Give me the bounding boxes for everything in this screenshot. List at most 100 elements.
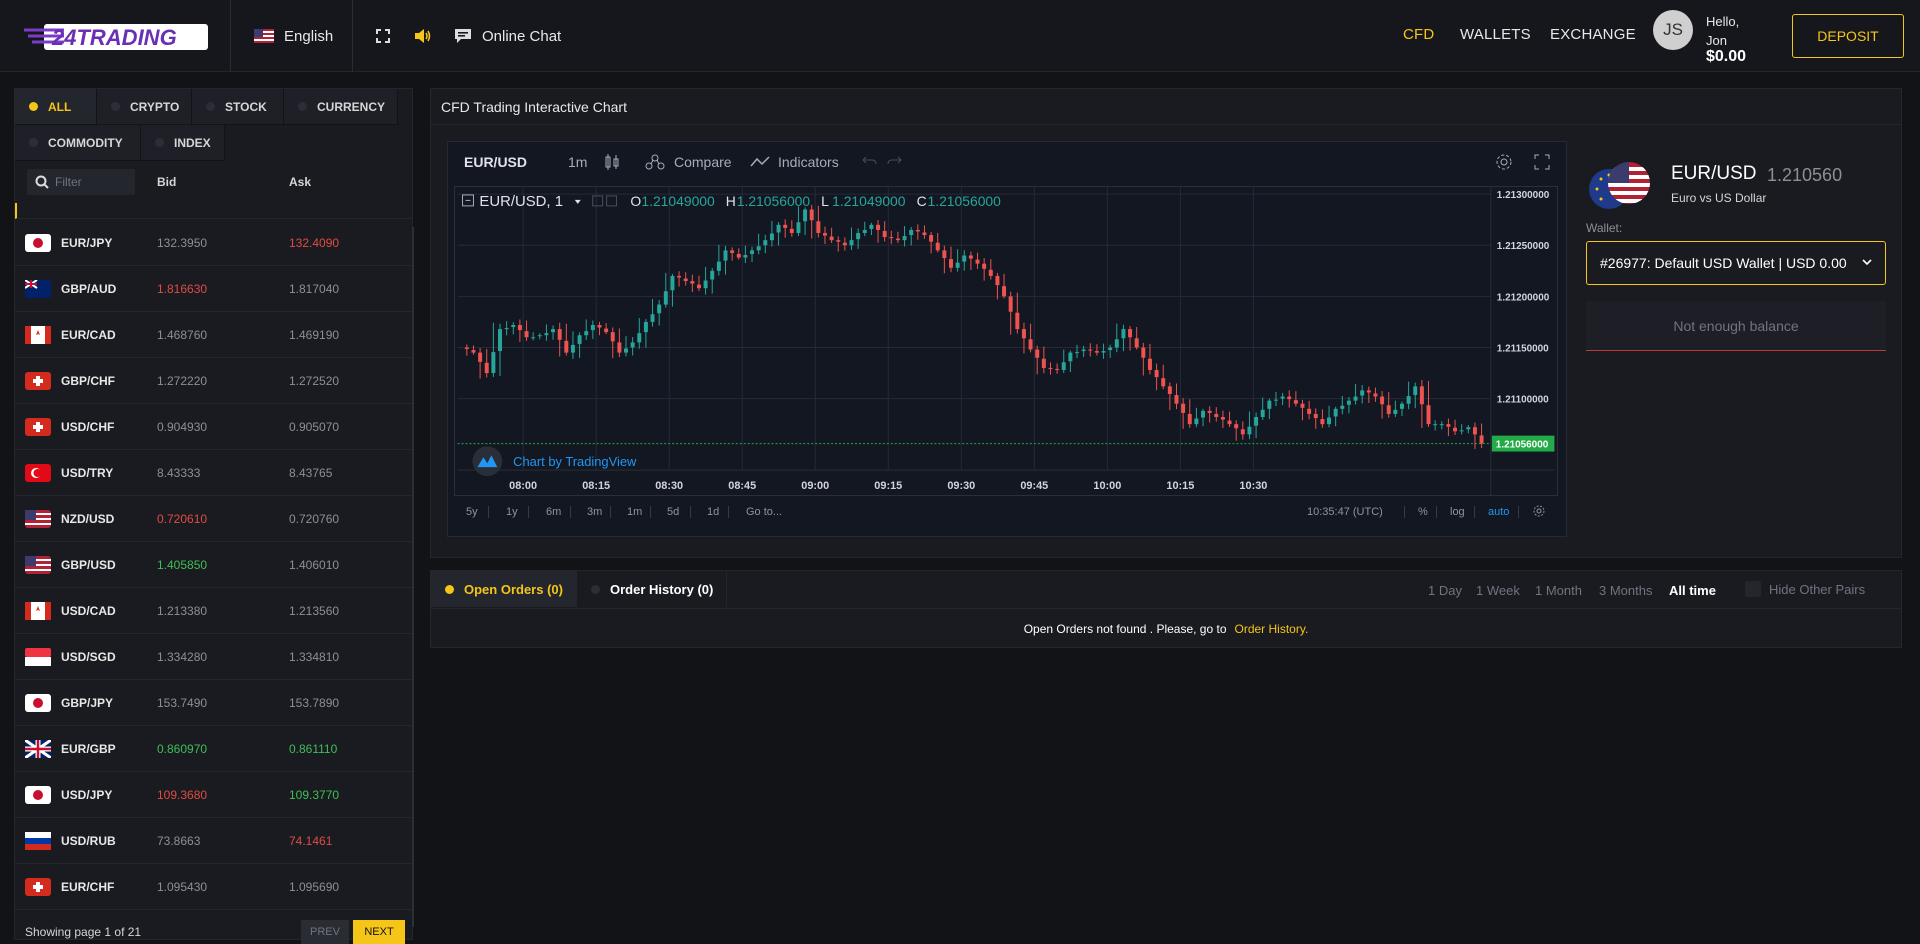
hide-other-pairs-toggle[interactable]: Hide Other Pairs	[1745, 579, 1865, 599]
pair-symbol: GBP/USD	[61, 557, 116, 572]
divider	[650, 506, 651, 518]
ch-flag-icon	[25, 877, 51, 896]
candle-body	[1194, 418, 1199, 425]
divider	[488, 506, 489, 518]
range-3-months[interactable]: 3 Months	[1599, 583, 1652, 598]
candle-body	[517, 325, 522, 331]
nav-cfd[interactable]: CFD	[1403, 26, 1434, 43]
wallet-value: #26977: Default USD Wallet | USD 0.00	[1600, 255, 1847, 271]
candle-body	[1161, 378, 1166, 387]
table-row[interactable]: GBP/JPY 153.7490 153.7890	[15, 680, 412, 726]
category-tab-commodity[interactable]: COMMODITY	[15, 125, 141, 161]
nav-exchange[interactable]: EXCHANGE	[1550, 26, 1636, 43]
compare-icon[interactable]	[644, 154, 666, 170]
price-chart[interactable]: 08:00 08:15 08:30 08:45 09:00 09:15 09:30 09:45…	[454, 186, 1558, 496]
column-header-bid[interactable]: Bid	[157, 175, 176, 189]
table-row[interactable]: USD/CHF 0.904930 0.905070	[15, 404, 412, 450]
table-row[interactable]: EUR/JPY 132.3950 132.4090	[15, 220, 412, 266]
candle-body	[889, 237, 894, 239]
range-1m[interactable]: 1m	[627, 506, 642, 518]
table-row[interactable]: GBP/AUD 1.816630 1.817040	[15, 266, 412, 312]
instrument-symbol: EUR/USD	[1671, 163, 1757, 184]
range-1-month[interactable]: 1 Month	[1535, 583, 1582, 598]
next-button[interactable]: NEXT	[353, 920, 405, 944]
avatar[interactable]: JS	[1653, 10, 1693, 50]
candle-body	[1346, 400, 1351, 405]
scrollbar[interactable]	[412, 227, 414, 927]
log-toggle[interactable]: log	[1450, 506, 1465, 518]
sound-icon[interactable]	[414, 28, 432, 44]
category-tab-all[interactable]: ALL	[15, 89, 97, 125]
column-header-ask[interactable]: Ask	[289, 175, 311, 189]
category-tab-index[interactable]: INDEX	[141, 125, 225, 161]
checkbox[interactable]	[1745, 581, 1761, 597]
online-chat-link[interactable]: Online Chat	[454, 0, 561, 72]
prev-button[interactable]: PREV	[301, 920, 349, 944]
deposit-button[interactable]: DEPOSIT	[1792, 14, 1904, 58]
order-history-link[interactable]: Order History.	[1235, 622, 1309, 636]
goto-button[interactable]: Go to...	[746, 506, 782, 518]
candle-body	[703, 280, 708, 289]
bid-price: 1.405850	[157, 557, 208, 572]
settings-gear-icon[interactable]	[1494, 152, 1514, 172]
scale-settings-icon[interactable]	[1532, 504, 1546, 518]
brand-logo[interactable]: 24TRADING	[24, 20, 208, 52]
table-row[interactable]: USD/JPY 109.3680 109.3770	[15, 772, 412, 818]
tab-open-orders[interactable]: Open Orders (0)	[431, 571, 577, 607]
auto-toggle[interactable]: auto	[1488, 506, 1509, 518]
undo-redo-icon[interactable]	[862, 156, 902, 168]
table-row[interactable]: USD/TRY 8.43333 8.43765	[15, 450, 412, 496]
table-row[interactable]: EUR/CAD 1.468760 1.469190	[15, 312, 412, 358]
category-tab-currency[interactable]: CURRENCY	[284, 89, 398, 125]
bid-price: 0.860970	[157, 741, 208, 756]
range-6m[interactable]: 6m	[546, 506, 561, 518]
range-1-week[interactable]: 1 Week	[1476, 583, 1520, 598]
percent-toggle[interactable]: %	[1418, 506, 1428, 518]
y-tick-label: 1.21300000	[1497, 190, 1550, 201]
bid-price: 0.720610	[157, 511, 208, 526]
candle-body	[789, 228, 794, 234]
range-5y[interactable]: 5y	[466, 506, 478, 518]
chart-fullscreen-icon[interactable]	[1534, 154, 1550, 170]
nav-wallets[interactable]: WALLETS	[1460, 26, 1531, 43]
tab-order-history[interactable]: Order History (0)	[577, 571, 727, 607]
candle-body	[1061, 362, 1066, 370]
range-1d[interactable]: 1d	[707, 506, 719, 518]
table-row[interactable]: USD/CAD 1.213380 1.213560	[15, 588, 412, 634]
fullscreen-icon[interactable]	[376, 29, 390, 43]
indicators-button[interactable]: Indicators	[778, 154, 839, 170]
table-row[interactable]: EUR/GBP 0.860970 0.861110	[15, 726, 412, 772]
tradingview-logo-icon	[472, 446, 503, 477]
candle-body	[1472, 427, 1477, 435]
compare-button[interactable]: Compare	[674, 154, 732, 170]
candle-style-icon[interactable]	[604, 153, 620, 171]
language-selector[interactable]: English	[254, 0, 333, 72]
range-1y[interactable]: 1y	[506, 506, 518, 518]
tradingview-widget[interactable]: EUR/USD 1m Compare Indicators 08:00 08:1…	[447, 141, 1567, 537]
chart-symbol[interactable]: EUR/USD	[464, 154, 527, 170]
market-list-panel: ALL CRYPTO STOCK CURRENCY COMMODITY INDE…	[14, 88, 414, 944]
indicators-icon[interactable]	[750, 156, 770, 168]
range-1-day[interactable]: 1 Day	[1428, 583, 1462, 598]
wallet-select[interactable]: #26977: Default USD Wallet | USD 0.00	[1586, 241, 1886, 285]
category-dot	[29, 102, 38, 111]
table-row[interactable]: USD/RUB 73.8663 74.1461	[15, 818, 412, 864]
category-tab-crypto[interactable]: CRYPTO	[97, 89, 192, 125]
legend-o-label: O	[630, 193, 641, 209]
table-row[interactable]: GBP/CHF 1.272220 1.272520	[15, 358, 412, 404]
range-5d[interactable]: 5d	[667, 506, 679, 518]
table-row[interactable]: USD/SGD 1.334280 1.334810	[15, 634, 412, 680]
chart-interval[interactable]: 1m	[568, 154, 587, 170]
table-row[interactable]: NZD/USD 0.720610 0.720760	[15, 496, 412, 542]
range-all-time[interactable]: All time	[1669, 583, 1716, 598]
candle-body	[1446, 424, 1451, 427]
candle-body	[1247, 426, 1252, 435]
range-3m[interactable]: 3m	[587, 506, 602, 518]
filter-input[interactable]: Filter	[27, 169, 135, 195]
table-row[interactable]: GBP/USD 1.405850 1.406010	[15, 542, 412, 588]
category-tab-stock[interactable]: STOCK	[192, 89, 284, 125]
chevron-down-icon	[1862, 259, 1872, 266]
table-row[interactable]: EUR/CHF 1.095430 1.095690	[15, 864, 412, 910]
chat-label: Online Chat	[482, 27, 562, 45]
candle-body	[829, 236, 834, 241]
